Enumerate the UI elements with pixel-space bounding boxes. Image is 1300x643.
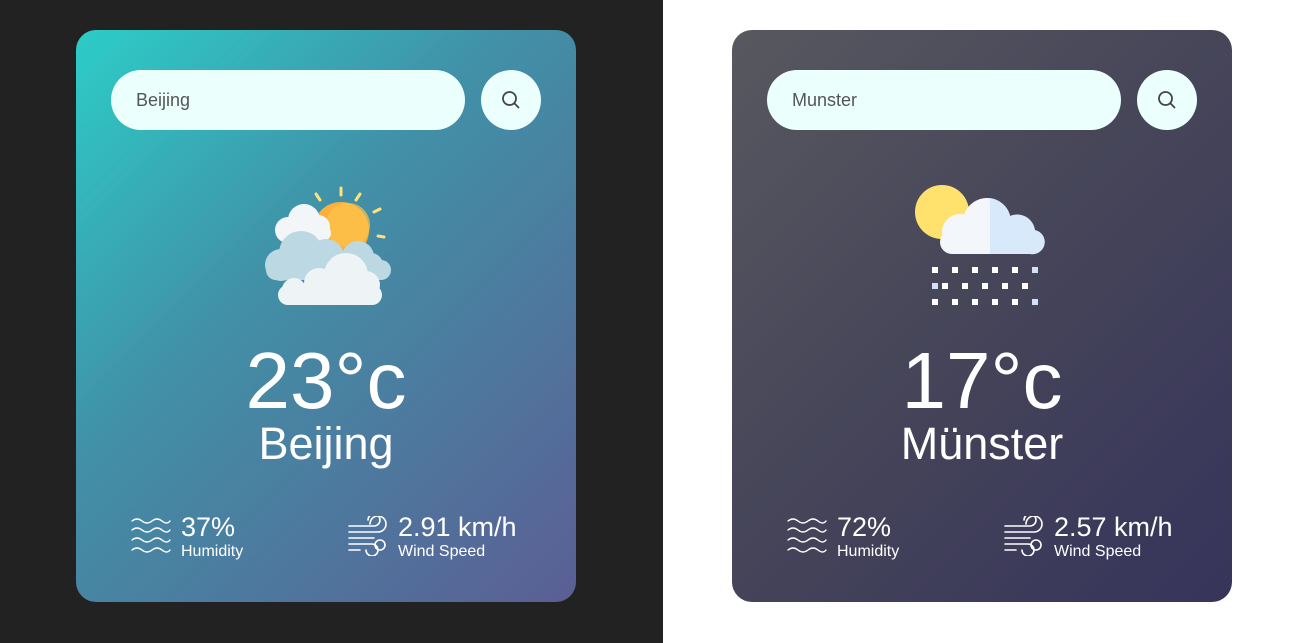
humidity-label: Humidity [837, 543, 900, 560]
humidity-icon [787, 518, 827, 553]
wind-speed-label: Wind Speed [1054, 543, 1142, 560]
weather-card-beijing: 23°c Beijing 37% Humidity 2.91 km/h Wind… [76, 30, 576, 602]
temperature: 17°c [901, 336, 1063, 425]
search-button[interactable] [481, 70, 541, 130]
humidity-label: Humidity [181, 543, 244, 560]
search-icon [1158, 91, 1176, 109]
humidity-icon [131, 518, 171, 553]
partly-cloudy-sun-icon [265, 186, 391, 305]
search-icon [502, 91, 520, 109]
temperature: 23°c [245, 336, 407, 425]
city-name: Münster [900, 418, 1064, 469]
wind-icon [1004, 516, 1043, 556]
search-input[interactable] [767, 70, 1121, 130]
city-name: Beijing [258, 418, 394, 469]
wind-speed-label: Wind Speed [398, 543, 486, 560]
humidity-value: 72% [837, 512, 892, 542]
search-input[interactable] [111, 70, 465, 130]
snow-cloud-sun-icon [915, 185, 1045, 305]
wind-icon [348, 516, 387, 556]
search-button[interactable] [1137, 70, 1197, 130]
weather-card-munster: 17°c Münster 72% Humidity 2.57 km/h Wind… [732, 30, 1232, 602]
wind-speed-value: 2.91 km/h [398, 512, 517, 542]
humidity-value: 37% [181, 512, 236, 542]
wind-speed-value: 2.57 km/h [1054, 512, 1173, 542]
